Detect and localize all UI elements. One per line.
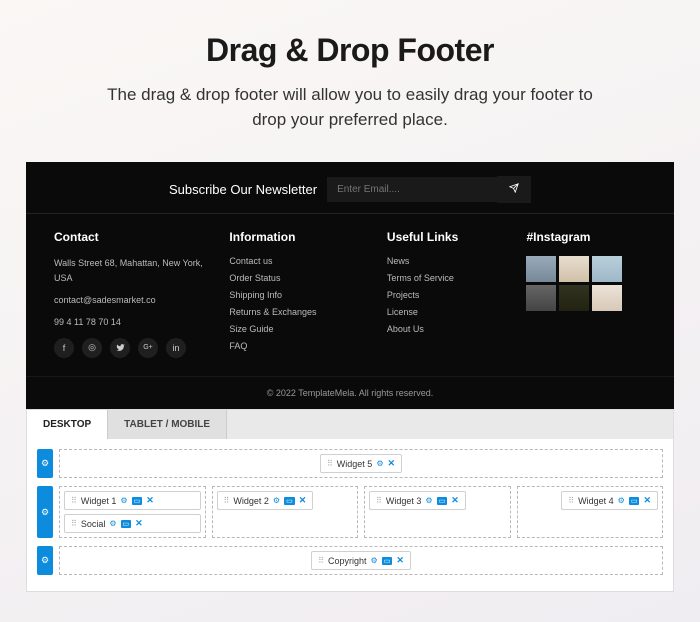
instagram-thumb[interactable] (559, 256, 589, 282)
row-settings-button[interactable]: ⚙ (37, 486, 53, 538)
gear-icon[interactable]: ⚙ (376, 459, 383, 468)
builder-dropzone[interactable]: ⠿ Widget 2 ⚙ ▭ ✕ (212, 486, 359, 538)
drag-icon: ⠿ (71, 496, 77, 505)
newsletter-email-input[interactable] (327, 177, 497, 202)
footer-link[interactable]: Contact us (229, 256, 366, 266)
footer-link[interactable]: Terms of Service (387, 273, 507, 283)
footer-link[interactable]: About Us (387, 324, 507, 334)
widget-label: Widget 5 (337, 459, 373, 469)
footer-link[interactable]: License (387, 307, 507, 317)
footer-preview: Subscribe Our Newsletter Contact Walls S… (26, 162, 674, 409)
send-icon (509, 185, 519, 196)
widget-label: Copyright (328, 556, 367, 566)
instagram-heading: #Instagram (526, 230, 646, 244)
drag-icon: ⠿ (568, 496, 574, 505)
copyright-text: © 2022 TemplateMela. All rights reserved… (26, 376, 674, 409)
widget-block[interactable]: ⠿ Widget 2 ⚙ ▭ ✕ (217, 491, 314, 510)
gear-icon: ⚙ (41, 507, 49, 518)
builder-dropzone[interactable]: ⠿ Widget 1 ⚙ ▭ ✕ ⠿ Social ⚙ ▭ ✕ (59, 486, 206, 538)
close-icon[interactable]: ✕ (388, 458, 396, 469)
contact-address: Walls Street 68, Mahattan, New York, USA (54, 256, 209, 285)
eye-icon[interactable]: ▭ (437, 497, 448, 505)
gear-icon: ⚙ (41, 555, 49, 566)
gear-icon[interactable]: ⚙ (273, 496, 280, 505)
footer-link[interactable]: FAQ (229, 341, 366, 351)
close-icon[interactable]: ✕ (643, 495, 651, 506)
widget-label: Social (81, 519, 106, 529)
drag-icon: ⠿ (376, 496, 382, 505)
instagram-thumb[interactable] (526, 256, 556, 282)
gear-icon[interactable]: ⚙ (425, 496, 432, 505)
widget-block[interactable]: ⠿ Social ⚙ ▭ ✕ (64, 514, 201, 533)
close-icon[interactable]: ✕ (299, 495, 307, 506)
page-subtitle: The drag & drop footer will allow you to… (90, 83, 610, 132)
drag-icon: ⠿ (327, 459, 333, 468)
facebook-icon[interactable]: f (54, 338, 74, 358)
builder-dropzone[interactable]: ⠿ Widget 3 ⚙ ▭ ✕ (364, 486, 511, 538)
contact-email: contact@sadesmarket.co (54, 293, 209, 307)
instagram-thumb[interactable] (592, 256, 622, 282)
instagram-thumb[interactable] (559, 285, 589, 311)
instagram-thumb[interactable] (592, 285, 622, 311)
widget-label: Widget 2 (233, 496, 269, 506)
widget-label: Widget 1 (81, 496, 117, 506)
footer-link[interactable]: Size Guide (229, 324, 366, 334)
drag-icon: ⠿ (224, 496, 230, 505)
gear-icon[interactable]: ⚙ (109, 519, 116, 528)
builder-dropzone[interactable]: ⠿ Copyright ⚙ ▭ ✕ (59, 546, 663, 575)
information-heading: Information (229, 230, 366, 244)
widget-label: Widget 4 (578, 496, 614, 506)
useful-heading: Useful Links (387, 230, 507, 244)
twitter-icon[interactable] (110, 338, 130, 358)
widget-block[interactable]: ⠿ Widget 1 ⚙ ▭ ✕ (64, 491, 201, 510)
footer-link[interactable]: Projects (387, 290, 507, 300)
widget-label: Widget 3 (386, 496, 422, 506)
linkedin-icon[interactable]: in (166, 338, 186, 358)
gear-icon[interactable]: ⚙ (120, 496, 127, 505)
newsletter-submit-button[interactable] (497, 176, 531, 203)
drag-icon: ⠿ (318, 556, 324, 565)
instagram-thumb[interactable] (526, 285, 556, 311)
page-title: Drag & Drop Footer (40, 32, 660, 69)
eye-icon[interactable]: ▭ (629, 497, 640, 505)
row-settings-button[interactable]: ⚙ (37, 449, 53, 478)
builder-dropzone[interactable]: ⠿ Widget 5 ⚙ ✕ (59, 449, 663, 478)
row-settings-button[interactable]: ⚙ (37, 546, 53, 575)
contact-heading: Contact (54, 230, 209, 244)
close-icon[interactable]: ✕ (146, 495, 154, 506)
footer-link[interactable]: Order Status (229, 273, 366, 283)
widget-block[interactable]: ⠿ Widget 4 ⚙ ▭ ✕ (561, 491, 658, 510)
footer-builder: DESKTOP TABLET / MOBILE ⚙ ⠿ Widget 5 ⚙ ✕… (26, 409, 674, 592)
close-icon[interactable]: ✕ (396, 555, 404, 566)
widget-block[interactable]: ⠿ Widget 5 ⚙ ✕ (320, 454, 402, 473)
gear-icon: ⚙ (41, 458, 49, 469)
drag-icon: ⠿ (71, 519, 77, 528)
widget-block[interactable]: ⠿ Copyright ⚙ ▭ ✕ (311, 551, 411, 570)
contact-phone: 99 4 11 78 70 14 (54, 315, 209, 329)
eye-icon[interactable]: ▭ (121, 520, 132, 528)
tab-tablet-mobile[interactable]: TABLET / MOBILE (108, 410, 227, 439)
eye-icon[interactable]: ▭ (284, 497, 295, 505)
close-icon[interactable]: ✕ (451, 495, 459, 506)
eye-icon[interactable]: ▭ (132, 497, 143, 505)
footer-link[interactable]: Shipping Info (229, 290, 366, 300)
googleplus-icon[interactable]: G+ (138, 338, 158, 358)
footer-link[interactable]: Returns & Exchanges (229, 307, 366, 317)
tab-desktop[interactable]: DESKTOP (27, 410, 108, 439)
footer-link[interactable]: News (387, 256, 507, 266)
instagram-icon[interactable]: ◎ (82, 338, 102, 358)
eye-icon[interactable]: ▭ (382, 557, 393, 565)
gear-icon[interactable]: ⚙ (371, 556, 378, 565)
widget-block[interactable]: ⠿ Widget 3 ⚙ ▭ ✕ (369, 491, 466, 510)
close-icon[interactable]: ✕ (135, 518, 143, 529)
gear-icon[interactable]: ⚙ (618, 496, 625, 505)
builder-dropzone[interactable]: ⠿ Widget 4 ⚙ ▭ ✕ (517, 486, 664, 538)
newsletter-label: Subscribe Our Newsletter (169, 182, 317, 197)
